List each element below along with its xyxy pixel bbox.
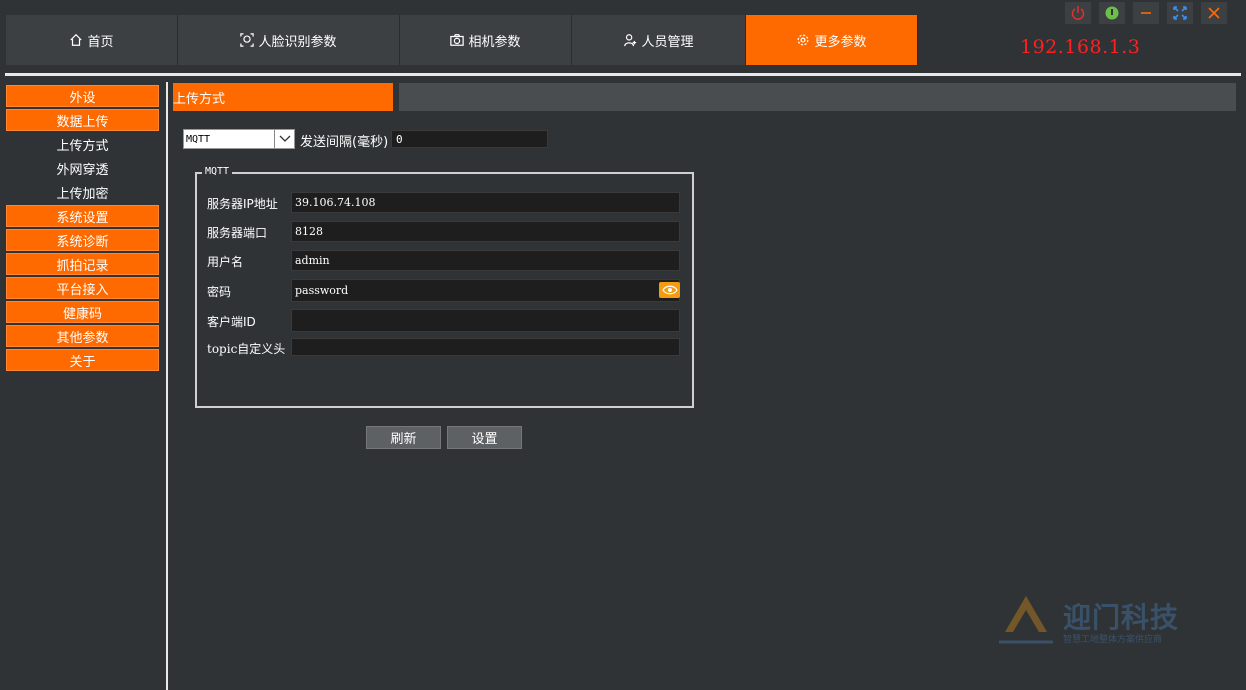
sidebar-item-label: 外网穿透 [56,162,109,178]
interval-label: 发送间隔(毫秒) [300,135,389,150]
tab-label: 首页 [87,34,114,50]
sidebar-item-peripherals[interactable]: 外设 [6,85,159,107]
show-password-button[interactable] [659,282,680,298]
eye-icon [661,285,678,295]
tab-label: 更多参数 [814,34,867,50]
sidebar: 外设 数据上传 上传方式 外网穿透 上传加密 系统设置 系统诊断 抓拍记录 平台… [6,85,159,373]
power-icon [1071,6,1085,20]
minimize-button[interactable] [1133,2,1159,24]
chevron-down-icon [279,135,290,142]
sidebar-divider [166,82,168,690]
sidebar-item-label: 外设 [69,90,96,106]
face-icon [240,33,255,47]
sidebar-item-nat-traversal[interactable]: 外网穿透 [6,157,159,179]
tab-home[interactable]: 首页 [6,15,178,65]
tab-label: 人员管理 [641,34,694,50]
power-button[interactable] [1065,2,1091,24]
server-ip-label: 服务器IP地址 [207,197,278,211]
tab-more-params[interactable]: 更多参数 [746,15,918,65]
sidebar-item-label: 上传加密 [56,186,109,202]
password-input[interactable]: password [291,279,680,302]
set-button[interactable]: 设置 [447,426,522,449]
sidebar-item-other-params[interactable]: 其他参数 [6,325,159,347]
username-label: 用户名 [207,255,244,269]
topic-header-label: topic自定义头 [207,342,286,356]
client-id-label: 客户端ID [207,315,256,329]
top-nav: 首页 人脸识别参数 相机参数 人员管理 更多参数 [6,15,918,65]
fullscreen-button[interactable] [1167,2,1193,24]
close-button[interactable] [1201,2,1227,24]
home-icon [70,33,83,46]
dropdown-arrow[interactable] [274,130,294,148]
sidebar-item-upload-method[interactable]: 上传方式 [6,133,159,155]
client-id-input[interactable] [291,309,680,332]
tab-personnel[interactable]: 人员管理 [572,15,746,65]
sidebar-item-label: 系统诊断 [56,234,109,250]
tab-label: 人脸识别参数 [258,34,337,50]
sidebar-item-label: 平台接入 [56,282,109,298]
server-port-input[interactable]: 8128 [291,221,680,242]
password-label: 密码 [207,285,232,299]
topic-header-input[interactable] [291,338,680,356]
tab-face-params[interactable]: 人脸识别参数 [178,15,400,65]
sidebar-item-platform-access[interactable]: 平台接入 [6,277,159,299]
company-logo-icon [999,596,1053,644]
upload-method-select[interactable]: MQTT [183,129,295,149]
sidebar-item-data-upload[interactable]: 数据上传 [6,109,159,131]
sidebar-item-health-code[interactable]: 健康码 [6,301,159,323]
sidebar-item-label: 关于 [69,354,96,370]
sidebar-item-capture-records[interactable]: 抓拍记录 [6,253,159,275]
watermark-subtitle: 智慧工地整体方案供应商 [1063,635,1163,645]
interval-input[interactable]: 0 [391,130,548,148]
window-controls [1065,2,1227,24]
person-icon [624,34,637,47]
company-watermark: 迎门科技 智慧工地整体方案供应商 [995,592,1195,652]
sidebar-item-label: 数据上传 [56,114,109,130]
sidebar-item-upload-encryption[interactable]: 上传加密 [6,181,159,203]
camera-icon [450,34,465,46]
sidebar-item-label: 系统设置 [56,210,109,226]
sidebar-item-label: 上传方式 [56,138,109,154]
standby-button[interactable] [1099,2,1125,24]
standby-icon [1105,6,1119,20]
ip-address: 192.168.1.3 [1020,36,1141,58]
header-divider [5,73,1241,76]
close-icon [1208,7,1220,19]
fullscreen-icon [1173,6,1187,20]
section-title: 上传方式 [173,83,393,111]
username-input[interactable]: admin [291,250,680,271]
section-header-bar [399,83,1236,111]
mqtt-group-legend: MQTT [202,166,233,177]
gear-icon [798,34,809,46]
tab-label: 相机参数 [468,34,521,50]
server-port-label: 服务器端口 [207,226,268,240]
sidebar-item-system-diagnostics[interactable]: 系统诊断 [6,229,159,251]
upload-method-value: MQTT [186,133,211,145]
watermark-title: 迎门科技 [1063,601,1180,634]
sidebar-item-label: 抓拍记录 [56,258,109,274]
server-ip-input[interactable]: 39.106.74.108 [291,192,680,213]
sidebar-item-label: 其他参数 [56,330,109,346]
sidebar-item-label: 健康码 [62,306,102,322]
minimize-icon [1141,12,1151,14]
sidebar-item-about[interactable]: 关于 [6,349,159,371]
sidebar-item-system-settings[interactable]: 系统设置 [6,205,159,227]
refresh-button[interactable]: 刷新 [366,426,441,449]
tab-camera-params[interactable]: 相机参数 [400,15,572,65]
